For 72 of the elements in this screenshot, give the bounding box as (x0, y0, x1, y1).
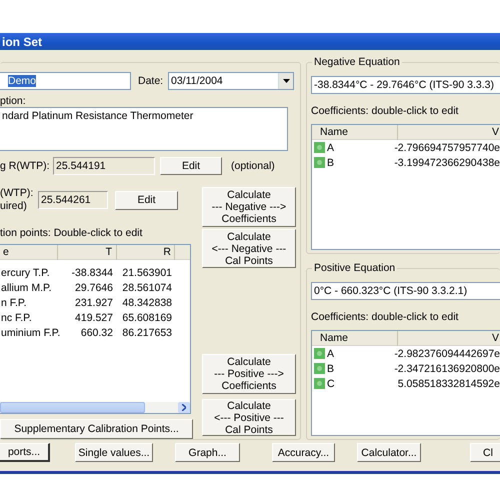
edit-button[interactable]: Edit (115, 190, 178, 210)
table-cell-text: -38.8344 (70, 266, 114, 278)
field-label: (WTP): uired) (0, 187, 34, 213)
coefficient-icon (314, 363, 325, 374)
window-title: ion Set (2, 34, 42, 48)
coefficient-icon (314, 378, 325, 389)
equation-dropdown[interactable]: -38.8344°C - 29.7646°C (ITS-90 3.3.3) (311, 76, 500, 94)
value-field: 25.544261 (38, 191, 108, 209)
table-cell-text: 48.342838 (121, 296, 173, 308)
coefficient-icon (314, 142, 325, 153)
equation-dropdown[interactable]: 0°C - 660.323°C (ITS-90 3.3.2.1) (311, 282, 500, 300)
calculate-button[interactable]: Calculate <--- Negative --- Cal Points (202, 229, 296, 268)
table-cell: A (327, 348, 334, 360)
table-cell: A (327, 142, 334, 154)
dialog-button[interactable]: ports... (0, 443, 50, 462)
note-text: (optional) (231, 160, 275, 172)
table-cell: -3.199472366290438e (394, 156, 500, 168)
calculate-button[interactable]: Calculate --- Negative ---> Coefficients (202, 187, 296, 227)
edit-button[interactable]: Edit (160, 157, 222, 175)
table-cell-text: 660.32 (80, 326, 114, 338)
table-cell: 5.058518332814592e (398, 378, 500, 390)
caret-icon (282, 79, 290, 83)
table-cell-text: 29.7646 (74, 282, 114, 294)
table-cell: -2.796694757957740e (394, 142, 500, 154)
list-label: tion points: Double-click to edit (0, 227, 144, 240)
scrollbar-thumb[interactable] (0, 402, 145, 413)
column-header[interactable]: Name (312, 124, 398, 140)
group-title: Positive Equation (312, 262, 398, 274)
table-cell-text: 86.217653 (121, 326, 173, 338)
dialog-button[interactable]: Calculator... (357, 443, 421, 462)
column-header[interactable]: R (117, 244, 175, 260)
table-cell: B (327, 362, 334, 374)
description-field[interactable]: ndard Platinum Resistance Thermometer (0, 107, 288, 151)
field-label: g R(WTP): (0, 160, 51, 172)
column-header[interactable]: V (398, 330, 500, 346)
supplementary-button[interactable]: Supplementary Calibration Points... (0, 419, 193, 439)
description-label: ption: (0, 95, 27, 107)
column-header[interactable]: T (58, 244, 117, 260)
date-label: Date: (138, 75, 164, 87)
value-field: 25.544191 (53, 157, 155, 175)
table-cell: uminium F.P. (0, 326, 58, 338)
table-cell-text: ercury T.P. (0, 266, 51, 278)
date-dropdown[interactable]: 03/11/2004 (168, 72, 294, 90)
column-header[interactable]: V (398, 124, 500, 140)
table-cell: B (327, 156, 334, 168)
dialog-button[interactable]: Cl (470, 443, 500, 462)
list-label: Coefficients: double-click to edit (311, 105, 460, 118)
table-cell-text: 28.561074 (121, 282, 173, 294)
table-cell: C (327, 378, 335, 390)
table-cell-text: 65.608169 (121, 312, 173, 324)
table-cell-text: 21.563901 (121, 266, 173, 278)
coefficient-icon (314, 157, 325, 168)
chevron-right-icon (182, 404, 186, 411)
calculate-button[interactable]: Calculate <--- Positive --- Cal Points (202, 399, 296, 436)
table-cell-text: 419.527 (74, 312, 114, 324)
calculate-button[interactable]: Calculate --- Positive ---> Coefficients (202, 354, 296, 394)
table-cell: -2.347216136920800e (394, 362, 500, 374)
list-label: Coefficients: double-click to edit (311, 311, 460, 324)
table-cell-text: n F.P. (0, 296, 28, 308)
name-field[interactable]: Demo (0, 72, 131, 90)
scroll-right-button[interactable] (178, 402, 190, 413)
column-header[interactable]: Name (312, 330, 398, 346)
column-header[interactable]: e (0, 244, 58, 260)
table-cell-text: allium M.P. (0, 282, 53, 294)
table-cell: -2.982376094442697e (394, 348, 500, 360)
table-cell-text: nc F.P. (0, 312, 33, 324)
dialog-button[interactable]: Accuracy... (272, 443, 335, 462)
dialog-button[interactable]: Graph... (175, 443, 240, 462)
group-title: Negative Equation (312, 56, 402, 68)
coefficient-icon (314, 348, 325, 359)
table-cell-text: 231.927 (74, 296, 114, 308)
dialog-button[interactable]: Single values... (75, 443, 153, 462)
